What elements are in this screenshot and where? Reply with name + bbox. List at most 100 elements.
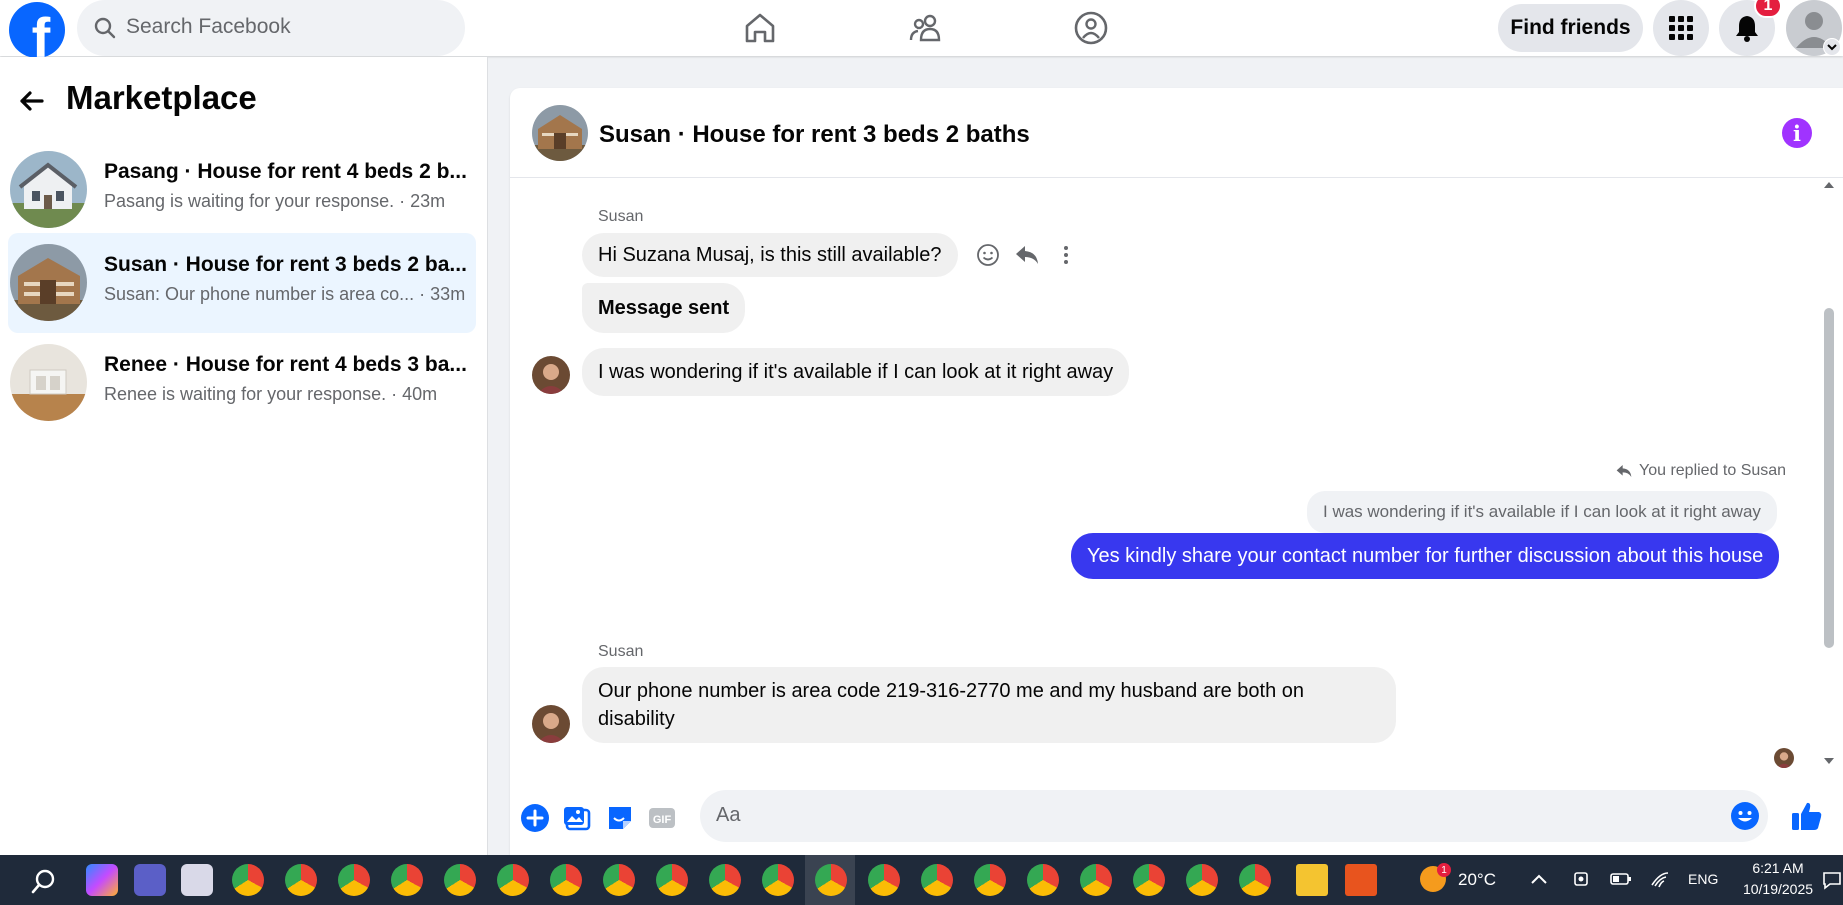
incoming-message[interactable]: Our phone number is area code 219-316-27… xyxy=(582,667,1396,743)
chevron-up-icon[interactable] xyxy=(1530,873,1548,885)
teams-icon[interactable] xyxy=(134,864,166,896)
chrome-profile-icon[interactable] xyxy=(1186,864,1218,896)
menu-button[interactable] xyxy=(1653,0,1709,56)
outgoing-message[interactable]: Yes kindly share your contact number for… xyxy=(1071,533,1780,579)
message-actions xyxy=(976,243,1078,267)
scroll-up-arrow-icon[interactable] xyxy=(1823,180,1835,190)
marketplace-sidebar: Marketplace Pasang · House for rent 4 be… xyxy=(0,57,488,855)
file-explorer-icon[interactable] xyxy=(1296,864,1328,896)
chat-title[interactable]: Susan · House for rent 3 beds 2 baths xyxy=(599,121,1030,149)
chrome-profile-icon[interactable] xyxy=(709,864,741,896)
groups-icon[interactable] xyxy=(1073,10,1109,46)
home-icon[interactable] xyxy=(742,10,778,46)
gif-icon[interactable]: GIF xyxy=(647,803,677,833)
temperature[interactable]: 20°C xyxy=(1458,870,1496,890)
chrome-profile-icon[interactable] xyxy=(550,864,582,896)
search-bar[interactable]: Search Facebook xyxy=(77,0,465,56)
notification-badge: 1 xyxy=(1754,0,1782,18)
search-icon xyxy=(94,17,116,39)
listing-thumbnail xyxy=(10,344,87,421)
language-indicator[interactable]: ENG xyxy=(1688,871,1718,887)
chrome-profile-icon[interactable] xyxy=(391,864,423,896)
chrome-profile-icon[interactable] xyxy=(1133,864,1165,896)
back-arrow-icon[interactable] xyxy=(16,85,48,117)
battery-icon[interactable] xyxy=(1610,871,1632,887)
scrollbar-thumb[interactable] xyxy=(1824,308,1834,648)
message-input[interactable]: Aa xyxy=(700,790,1768,842)
snipping-tool-icon[interactable] xyxy=(181,864,213,896)
conversation-item-susan[interactable]: Susan · House for rent 3 beds 2 ba... Su… xyxy=(8,233,476,333)
conversation-name: Renee · House for rent 4 beds 3 ba... xyxy=(104,353,467,376)
sidebar-title: Marketplace xyxy=(66,79,257,116)
sticker-icon[interactable] xyxy=(605,803,635,833)
conversation-item-renee[interactable]: Renee · House for rent 4 beds 3 ba... Re… xyxy=(8,333,476,433)
chrome-profile-icon[interactable] xyxy=(285,864,317,896)
conversation-preview: Renee is waiting for your response. · 40… xyxy=(104,384,438,404)
facebook-logo[interactable]: f xyxy=(9,2,65,58)
react-emoji-icon[interactable] xyxy=(976,243,1000,267)
read-receipt-avatar xyxy=(1774,748,1794,768)
chrome-profile-icon[interactable] xyxy=(656,864,688,896)
search-icon[interactable] xyxy=(30,867,58,895)
incoming-message[interactable]: Hi Suzana Musaj, is this still available… xyxy=(582,233,958,277)
emoji-icon[interactable] xyxy=(1730,801,1760,831)
susan-avatar[interactable] xyxy=(532,705,570,743)
scroll-down-arrow-icon[interactable] xyxy=(1823,756,1835,766)
chrome-profile-icon[interactable] xyxy=(444,864,476,896)
chrome-profile-icon[interactable] xyxy=(232,864,264,896)
conversation-item-pasang[interactable]: Pasang · House for rent 4 beds 2 b... Pa… xyxy=(8,140,476,240)
message-input-placeholder: Aa xyxy=(716,804,741,826)
conversation-preview: Susan: Our phone number is area co... · … xyxy=(104,284,466,304)
find-friends-button[interactable]: Find friends xyxy=(1498,4,1643,52)
sender-name: Susan xyxy=(598,208,644,225)
top-navigation-bar: f Search Facebook Find friends 1 xyxy=(0,0,1843,58)
sender-name: Susan xyxy=(598,643,644,660)
chrome-profile-icon[interactable] xyxy=(921,864,953,896)
chat-scrollbar[interactable] xyxy=(1821,180,1837,780)
reply-indicator-text: You replied to Susan xyxy=(1639,462,1787,479)
notification-center-icon[interactable] xyxy=(1822,870,1842,890)
conversation-name: Susan · House for rent 3 beds 2 ba... xyxy=(104,253,467,276)
clock-date[interactable]: 10/19/2025 xyxy=(1727,881,1829,897)
susan-avatar[interactable] xyxy=(532,356,570,394)
chat-panel: Susan · House for rent 3 beds 2 baths i … xyxy=(510,88,1843,855)
chrome-profile-icon[interactable] xyxy=(815,864,847,896)
message-sent-card[interactable]: Message sent xyxy=(582,283,746,333)
clock-time[interactable]: 6:21 AM xyxy=(1740,860,1816,876)
chat-listing-thumbnail[interactable] xyxy=(532,105,588,161)
chrome-profile-icon[interactable] xyxy=(497,864,529,896)
chrome-profile-icon[interactable] xyxy=(338,864,370,896)
chrome-profile-icon[interactable] xyxy=(1239,864,1271,896)
chrome-profile-icon[interactable] xyxy=(1080,864,1112,896)
reply-indicator: You replied to Susan xyxy=(1615,462,1786,480)
friends-icon[interactable] xyxy=(908,10,944,46)
thumbs-up-icon[interactable] xyxy=(1790,799,1824,833)
chevron-down-icon[interactable] xyxy=(1823,38,1841,56)
incoming-message[interactable]: I was wondering if it's available if I c… xyxy=(582,348,1130,396)
chat-header: Susan · House for rent 3 beds 2 baths i xyxy=(510,88,1843,178)
chrome-profile-icon[interactable] xyxy=(868,864,900,896)
chrome-profile-icon[interactable] xyxy=(762,864,794,896)
chrome-profile-icon[interactable] xyxy=(1027,864,1059,896)
more-options-icon[interactable] xyxy=(1054,243,1078,267)
chrome-profile-icon[interactable] xyxy=(974,864,1006,896)
reply-icon[interactable] xyxy=(1014,243,1040,267)
photo-icon[interactable] xyxy=(562,803,592,833)
conversation-preview: Pasang is waiting for your response. · 2… xyxy=(104,191,446,211)
weather-badge: 1 xyxy=(1437,863,1451,877)
conversation-name: Pasang · House for rent 4 beds 2 b... xyxy=(104,160,467,183)
plus-circle-icon[interactable] xyxy=(520,803,550,833)
search-input[interactable]: Search Facebook xyxy=(126,15,291,39)
listing-thumbnail xyxy=(10,151,87,228)
quoted-message[interactable]: I was wondering if it's available if I c… xyxy=(1307,491,1777,533)
reader-app-icon[interactable] xyxy=(1345,864,1377,896)
grid-menu-icon xyxy=(1669,16,1693,40)
listing-thumbnail xyxy=(10,244,87,321)
sidebar-header: Marketplace xyxy=(0,79,488,123)
wifi-icon[interactable] xyxy=(1650,869,1670,889)
chrome-profile-icon[interactable] xyxy=(603,864,635,896)
message-composer: GIF Aa xyxy=(510,779,1843,855)
copilot-icon[interactable] xyxy=(86,864,118,896)
webcam-icon[interactable] xyxy=(1572,870,1590,888)
info-icon[interactable]: i xyxy=(1782,118,1812,148)
